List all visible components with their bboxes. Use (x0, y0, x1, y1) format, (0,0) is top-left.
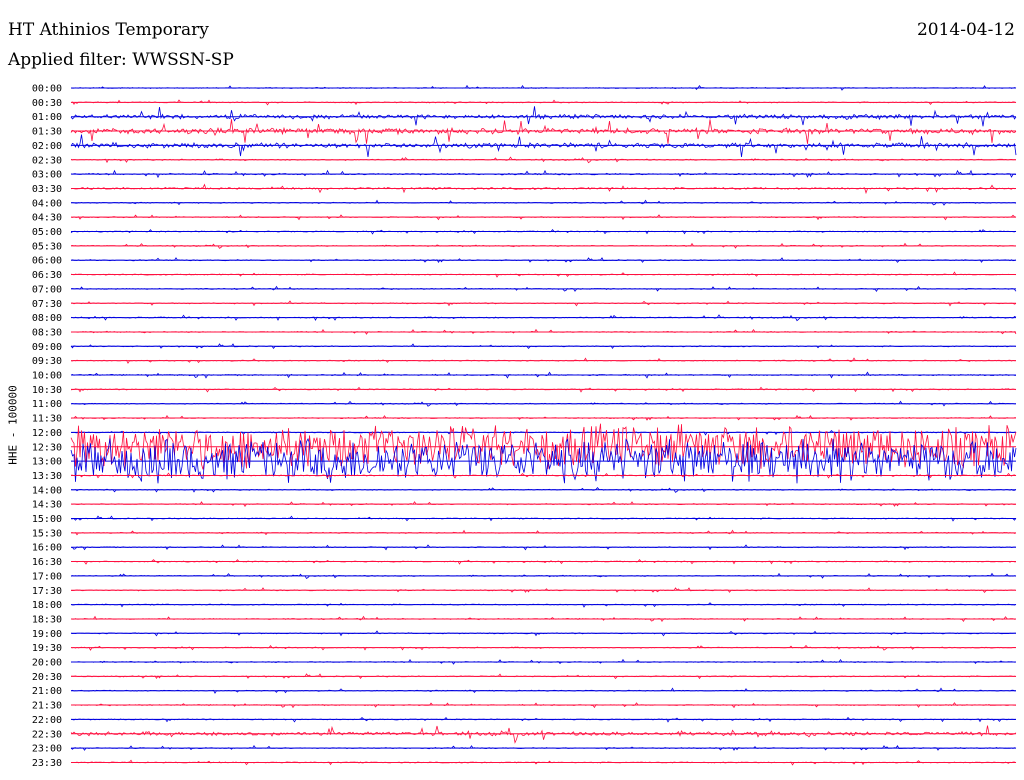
time-label: 19:30 (32, 643, 62, 654)
seismic-trace (71, 673, 1017, 680)
time-label: 15:30 (32, 528, 62, 539)
time-label: 09:00 (32, 342, 62, 353)
time-label: 18:30 (32, 614, 62, 625)
seismic-trace (70, 544, 1017, 551)
time-label: 05:00 (32, 227, 62, 238)
time-label: 17:30 (32, 586, 62, 597)
time-label: 13:30 (32, 471, 62, 482)
seismic-trace (70, 343, 1017, 350)
seismic-trace (70, 257, 1017, 263)
time-label: 08:30 (32, 327, 62, 338)
time-label: 17:00 (32, 571, 62, 582)
seismic-trace (70, 658, 1017, 665)
time-label: 03:00 (32, 170, 62, 181)
seismic-trace (70, 501, 1017, 508)
seismic-trace (70, 414, 1016, 421)
time-label: 14:00 (32, 485, 62, 496)
seismic-trace (70, 587, 1017, 594)
time-label: 20:30 (32, 672, 62, 683)
seismic-trace (70, 371, 1017, 379)
time-label: 16:00 (32, 543, 62, 554)
seismic-trace (70, 328, 1017, 335)
seismic-trace (71, 759, 1017, 766)
seismic-trace (70, 386, 1017, 393)
seismic-trace (70, 314, 1017, 322)
time-label: 03:30 (32, 184, 62, 195)
seismic-trace (70, 285, 1017, 293)
seismic-trace (70, 357, 1016, 364)
time-labels: 00:00 00:30 01:00 01:30 02:00 02:30 03:00 03:30… (32, 84, 62, 769)
seismic-trace (70, 400, 1017, 407)
time-label: 20:00 (32, 658, 62, 669)
time-label: 07:30 (32, 299, 62, 310)
time-label: 06:00 (32, 256, 62, 267)
time-label: 10:00 (32, 371, 62, 382)
time-label: 21:00 (32, 686, 62, 697)
time-label: 13:00 (32, 457, 62, 468)
seismic-trace (71, 300, 1017, 307)
time-label: 16:30 (32, 557, 62, 568)
time-label: 23:30 (32, 758, 62, 769)
time-label: 04:00 (32, 198, 62, 209)
seismic-trace (70, 615, 1017, 623)
time-label: 01:00 (32, 112, 62, 123)
time-label: 10:30 (32, 385, 62, 396)
time-label: 18:00 (32, 600, 62, 611)
time-label: 23:00 (32, 744, 62, 755)
time-label: 00:00 (32, 84, 62, 95)
seismic-trace (70, 716, 1017, 723)
time-label: 22:30 (32, 729, 62, 740)
time-label: 07:00 (32, 284, 62, 295)
seismic-trace (70, 169, 1017, 179)
time-label: 04:30 (32, 213, 62, 224)
time-label: 12:00 (32, 428, 62, 439)
seismic-trace (70, 687, 1016, 694)
seismic-trace (71, 199, 1017, 206)
seismic-trace (70, 744, 1017, 751)
time-label: 21:30 (32, 701, 62, 712)
seismic-trace (70, 214, 1017, 221)
time-label: 05:30 (32, 241, 62, 252)
time-label: 11:30 (32, 414, 62, 425)
seismic-trace (70, 602, 1017, 608)
seismic-trace (70, 630, 1017, 637)
time-label: 15:00 (32, 514, 62, 525)
time-label: 06:30 (32, 270, 62, 281)
time-label: 11:00 (32, 399, 62, 410)
time-label: 00:30 (32, 98, 62, 109)
time-label: 02:00 (32, 141, 62, 152)
time-label: 12:30 (32, 442, 62, 453)
seismic-trace (70, 228, 1017, 235)
seismic-traces (70, 84, 1017, 766)
time-label: 19:00 (32, 629, 62, 640)
time-label: 09:30 (32, 356, 62, 367)
time-label: 02:30 (32, 155, 62, 166)
time-label: 08:00 (32, 313, 62, 324)
seismic-trace (70, 99, 1017, 106)
seismic-trace (70, 472, 1017, 479)
time-label: 22:00 (32, 715, 62, 726)
seismic-trace (71, 515, 1017, 522)
time-label: 01:30 (32, 127, 62, 138)
time-label: 14:30 (32, 500, 62, 511)
helicorder-plot: 00:00 00:30 01:00 01:30 02:00 02:30 03:00 03:30… (32, 84, 1017, 769)
